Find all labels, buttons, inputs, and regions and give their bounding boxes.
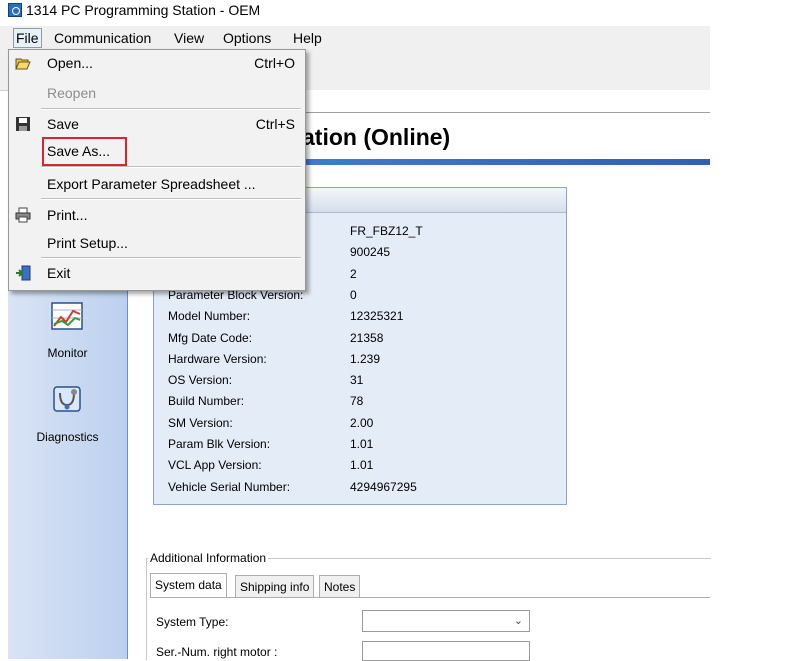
info-row-value: 21358: [350, 331, 384, 345]
menu-item-open[interactable]: Open...: [47, 55, 93, 71]
chevron-down-icon: ⌄: [513, 615, 523, 627]
menu-item-save[interactable]: Save: [47, 116, 79, 132]
info-row-label: Hardware Version:: [168, 352, 267, 366]
info-row-value: 78: [350, 394, 364, 408]
sernum-right-motor-label: Ser.-Num. right motor :: [156, 645, 278, 659]
diagnostics-icon[interactable]: [50, 383, 84, 417]
menu-separator: [41, 198, 301, 200]
info-row-value: 1.01: [350, 437, 374, 451]
info-row-value: FR_FBZ12_T: [350, 224, 423, 238]
menu-item-print[interactable]: Print...: [47, 207, 87, 223]
info-row-value: 12325321: [350, 309, 404, 323]
open-shortcut: Ctrl+O: [254, 55, 295, 71]
info-row-label: Build Number:: [168, 394, 245, 408]
info-row-label: VCL App Version:: [168, 458, 262, 472]
window-title: 1314 PC Programming Station - OEM: [26, 2, 261, 18]
info-row-label: SM Version:: [168, 416, 233, 430]
tab-shipping-info[interactable]: Shipping info: [235, 575, 315, 598]
additional-info-title: Additional Information: [148, 551, 269, 565]
menu-options[interactable]: Options: [223, 30, 271, 46]
sidebar-item-monitor[interactable]: Monitor: [8, 346, 127, 360]
title-bar: 1314 PC Programming Station - OEM: [0, 0, 792, 20]
save-as-highlight-box: [42, 137, 127, 166]
info-row-value: 1.239: [350, 352, 381, 366]
printer-icon: [15, 207, 31, 223]
app-icon: [8, 3, 22, 17]
system-type-label: System Type:: [156, 615, 229, 629]
info-row-label: Model Number:: [168, 309, 251, 323]
menu-bar: File Communication View Options Help: [0, 26, 710, 48]
menu-help[interactable]: Help: [293, 30, 322, 46]
menu-file[interactable]: File: [13, 28, 42, 48]
open-folder-icon: [15, 55, 31, 71]
save-shortcut: Ctrl+S: [255, 116, 295, 132]
info-row-label: Mfg Date Code:: [168, 331, 253, 345]
info-row-label: Param Blk Version:: [168, 437, 271, 451]
info-row-value: 31: [350, 373, 364, 387]
menu-separator: [41, 166, 301, 168]
info-row-value: 4294967295: [350, 480, 417, 494]
monitor-icon[interactable]: [50, 300, 84, 334]
info-row-label: Vehicle Serial Number:: [168, 480, 291, 494]
info-row-label: OS Version:: [168, 373, 233, 387]
info-row-value: 2: [350, 267, 357, 281]
info-row-value: 1.01: [350, 458, 374, 472]
sernum-right-motor-input[interactable]: [362, 641, 530, 661]
page-title: ation (Online): [302, 124, 451, 150]
tab-system-data[interactable]: System data: [150, 573, 227, 598]
sidebar-item-diagnostics[interactable]: Diagnostics: [8, 430, 127, 444]
exit-door-icon: [15, 265, 31, 281]
menu-separator: [41, 257, 301, 259]
file-menu-dropdown: Open... Ctrl+O Reopen Save Ctrl+S Save A…: [8, 49, 306, 291]
menu-item-export-parameter-spreadsheet[interactable]: Export Parameter Spreadsheet ...: [47, 176, 256, 192]
menu-item-print-setup[interactable]: Print Setup...: [47, 235, 128, 251]
tab-notes[interactable]: Notes: [319, 575, 361, 598]
system-type-select[interactable]: ⌄: [362, 610, 530, 632]
menu-separator: [41, 108, 301, 110]
info-row-value: 900245: [350, 245, 391, 259]
tab-panel-border: [150, 597, 710, 598]
menu-item-reopen[interactable]: Reopen: [47, 85, 96, 101]
info-row-value: 0: [350, 288, 357, 302]
menu-communication[interactable]: Communication: [54, 30, 151, 46]
menu-view[interactable]: View: [174, 30, 204, 46]
menu-item-exit[interactable]: Exit: [47, 265, 70, 281]
info-row-value: 2.00: [350, 416, 374, 430]
floppy-disk-icon: [15, 116, 31, 132]
